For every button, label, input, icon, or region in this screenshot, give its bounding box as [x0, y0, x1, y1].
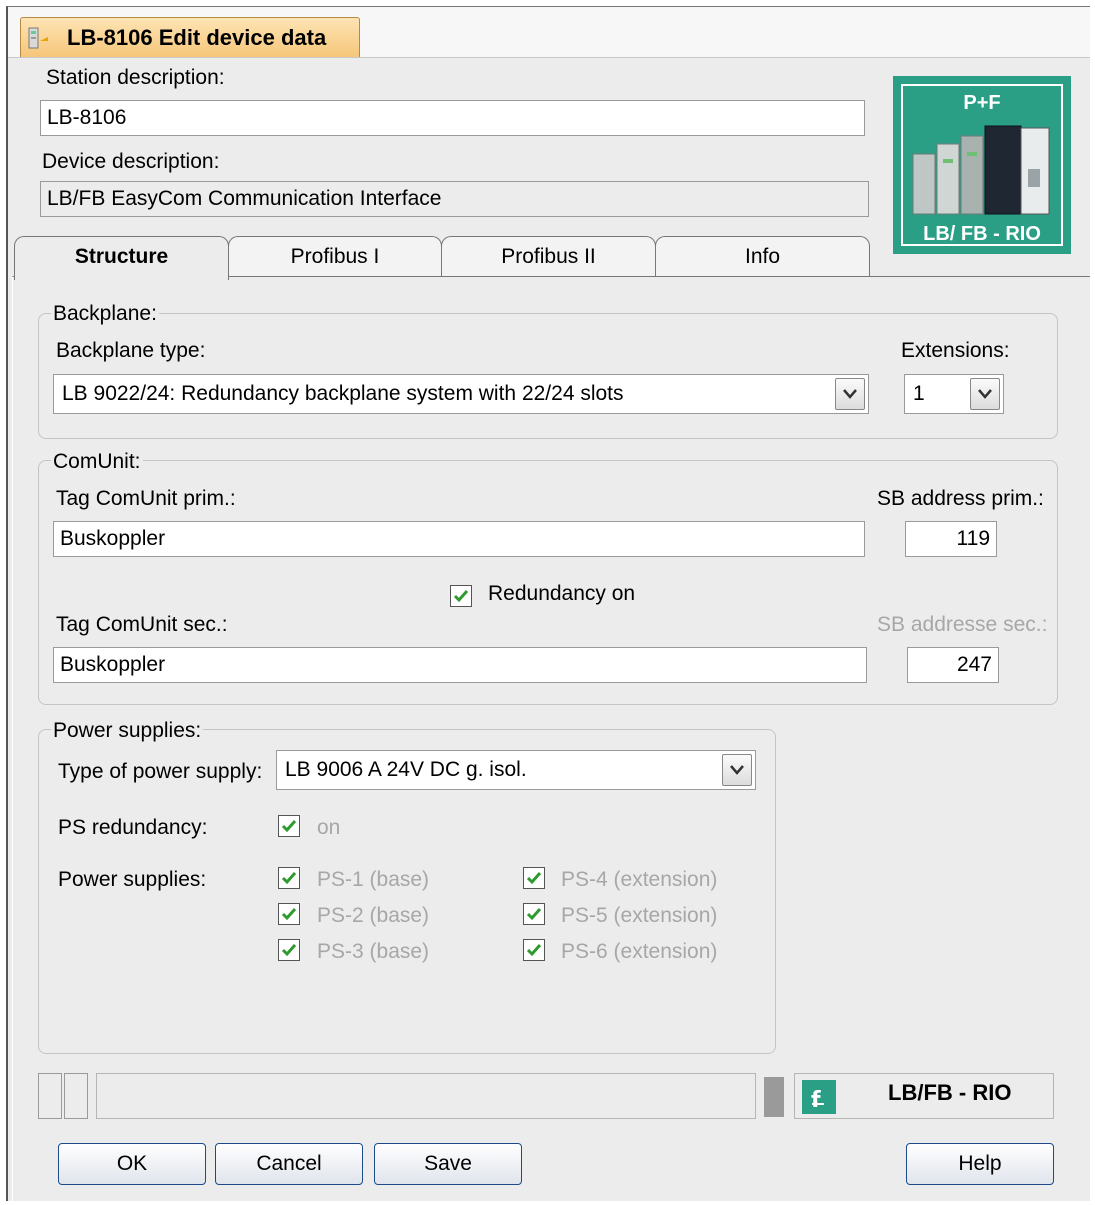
tab-profibus-1[interactable]: Profibus I	[228, 236, 442, 276]
help-button[interactable]: Help	[906, 1143, 1054, 1185]
ps-5-label: PS-5 (extension)	[561, 904, 718, 927]
title-tab[interactable]: LB-8106 Edit device data	[20, 17, 360, 57]
tag-comunit-sec-label: Tag ComUnit sec.:	[56, 613, 228, 636]
tag-comunit-prim-input[interactable]: Buskoppler	[53, 521, 865, 557]
pf-logo-icon: f	[802, 1080, 836, 1114]
tag-comunit-prim-label: Tag ComUnit prim.:	[56, 487, 236, 510]
tag-comunit-sec-input[interactable]: Buskoppler	[53, 647, 867, 683]
ps-3-label: PS-3 (base)	[317, 940, 430, 963]
power-supply-type-value: LB 9006 A 24V DC g. isol.	[285, 758, 527, 781]
extensions-select[interactable]: 1	[904, 374, 1004, 414]
power-supplies-label: Power supplies:	[58, 868, 207, 891]
backplane-type-value: LB 9022/24: Redundancy backplane system …	[62, 382, 624, 405]
extensions-value: 1	[913, 382, 925, 405]
sb-address-prim-input[interactable]: 119	[905, 521, 997, 557]
ps-6-checkbox[interactable]	[523, 939, 545, 961]
backplane-type-select[interactable]: LB 9022/24: Redundancy backplane system …	[53, 374, 869, 414]
ps-1-checkbox[interactable]	[278, 867, 300, 889]
power-supply-type-select[interactable]: LB 9006 A 24V DC g. isol.	[276, 750, 756, 790]
redundancy-on-label: Redundancy on	[488, 582, 636, 605]
power-supply-type-label: Type of power supply:	[58, 760, 263, 783]
device-edit-icon	[28, 27, 48, 49]
station-description-input[interactable]: LB-8106	[40, 100, 865, 136]
ps-5-checkbox[interactable]	[523, 903, 545, 925]
tab-structure[interactable]: Structure	[14, 236, 229, 280]
power-supplies-group-title: Power supplies:	[51, 719, 204, 743]
ps-redundancy-checkbox[interactable]	[278, 815, 300, 837]
product-logo: P+F LB/ FB - RIO	[893, 76, 1071, 254]
ps-4-label: PS-4 (extension)	[561, 868, 718, 891]
ps-1-label: PS-1 (base)	[317, 868, 430, 891]
ps-2-checkbox[interactable]	[278, 903, 300, 925]
logo-product-text: LB/ FB - RIO	[923, 223, 1041, 245]
logo-brand-text: P+F	[963, 92, 1001, 114]
ps-2-label: PS-2 (base)	[317, 904, 430, 927]
tab-profibus-2[interactable]: Profibus II	[441, 236, 656, 276]
ps-redundancy-on-label: on	[317, 816, 341, 839]
ok-button[interactable]: OK	[58, 1143, 206, 1185]
backplane-type-dropdown-button[interactable]	[835, 378, 865, 410]
comunit-group-title: ComUnit:	[51, 450, 143, 474]
ps-3-checkbox[interactable]	[278, 939, 300, 961]
extensions-dropdown-button[interactable]	[970, 378, 1000, 410]
extensions-label: Extensions:	[901, 339, 1010, 362]
svg-text:f: f	[811, 1088, 821, 1113]
device-description-label: Device description:	[42, 150, 220, 173]
status-cell-2	[64, 1073, 88, 1119]
cancel-button[interactable]: Cancel	[215, 1143, 363, 1185]
backplane-group-title: Backplane:	[51, 302, 159, 326]
tab-info[interactable]: Info	[655, 236, 870, 276]
redundancy-on-checkbox[interactable]	[450, 585, 472, 607]
station-description-label: Station description:	[46, 66, 225, 89]
device-description-field: LB/FB EasyCom Communication Interface	[40, 181, 869, 217]
status-message-area	[96, 1073, 756, 1119]
status-bar: f LB/FB - RIO	[38, 1073, 1054, 1119]
status-indicator	[764, 1077, 784, 1117]
ps-4-checkbox[interactable]	[523, 867, 545, 889]
ps-redundancy-label: PS redundancy:	[58, 816, 208, 839]
sb-address-sec-input[interactable]: 247	[907, 647, 999, 683]
ps-6-label: PS-6 (extension)	[561, 940, 718, 963]
status-cell-1	[38, 1073, 62, 1119]
sb-address-prim-label: SB address prim.:	[877, 487, 1044, 510]
power-supply-type-dropdown-button[interactable]	[722, 754, 752, 786]
window-title: LB-8106 Edit device data	[67, 25, 327, 50]
backplane-type-label: Backplane type:	[56, 339, 206, 362]
save-button[interactable]: Save	[374, 1143, 522, 1185]
sb-address-sec-label: SB addresse sec.:	[877, 613, 1048, 636]
status-product-label: LB/FB - RIO	[888, 1080, 1012, 1105]
device-modules-icon	[912, 125, 1050, 215]
